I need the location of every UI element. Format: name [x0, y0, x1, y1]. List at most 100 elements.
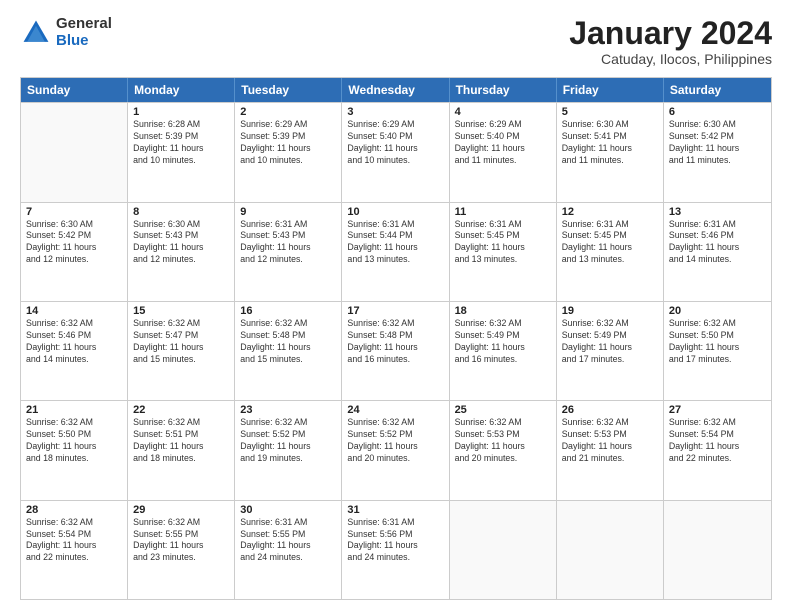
day-info: Sunrise: 6:32 AM Sunset: 5:54 PM Dayligh… — [26, 517, 122, 565]
day-number: 27 — [669, 404, 766, 416]
calendar-subtitle: Catuday, Ilocos, Philippines — [569, 51, 772, 67]
day-info: Sunrise: 6:31 AM Sunset: 5:45 PM Dayligh… — [562, 219, 658, 267]
calendar-cell: 18Sunrise: 6:32 AM Sunset: 5:49 PM Dayli… — [450, 302, 557, 400]
day-info: Sunrise: 6:30 AM Sunset: 5:42 PM Dayligh… — [26, 219, 122, 267]
day-number: 21 — [26, 404, 122, 416]
day-number: 26 — [562, 404, 658, 416]
day-info: Sunrise: 6:30 AM Sunset: 5:41 PM Dayligh… — [562, 119, 658, 167]
calendar-header-day: Monday — [128, 78, 235, 102]
calendar-cell: 7Sunrise: 6:30 AM Sunset: 5:42 PM Daylig… — [21, 203, 128, 301]
calendar-cell — [21, 103, 128, 201]
day-number: 7 — [26, 206, 122, 218]
calendar-cell: 30Sunrise: 6:31 AM Sunset: 5:55 PM Dayli… — [235, 501, 342, 599]
calendar-cell: 12Sunrise: 6:31 AM Sunset: 5:45 PM Dayli… — [557, 203, 664, 301]
calendar-header-day: Thursday — [450, 78, 557, 102]
day-number: 22 — [133, 404, 229, 416]
day-number: 14 — [26, 305, 122, 317]
calendar-cell: 22Sunrise: 6:32 AM Sunset: 5:51 PM Dayli… — [128, 401, 235, 499]
day-number: 28 — [26, 504, 122, 516]
calendar-header-day: Tuesday — [235, 78, 342, 102]
day-number: 5 — [562, 106, 658, 118]
day-number: 1 — [133, 106, 229, 118]
calendar-cell — [557, 501, 664, 599]
logo-blue-text: Blue — [56, 33, 112, 50]
logo: General Blue — [20, 16, 112, 49]
calendar: SundayMondayTuesdayWednesdayThursdayFrid… — [20, 77, 772, 600]
calendar-cell: 2Sunrise: 6:29 AM Sunset: 5:39 PM Daylig… — [235, 103, 342, 201]
day-number: 20 — [669, 305, 766, 317]
day-info: Sunrise: 6:32 AM Sunset: 5:52 PM Dayligh… — [347, 417, 443, 465]
calendar-header-day: Friday — [557, 78, 664, 102]
calendar-week-row: 14Sunrise: 6:32 AM Sunset: 5:46 PM Dayli… — [21, 301, 771, 400]
day-info: Sunrise: 6:32 AM Sunset: 5:46 PM Dayligh… — [26, 318, 122, 366]
calendar-header-day: Saturday — [664, 78, 771, 102]
day-number: 23 — [240, 404, 336, 416]
calendar-week-row: 7Sunrise: 6:30 AM Sunset: 5:42 PM Daylig… — [21, 202, 771, 301]
day-number: 16 — [240, 305, 336, 317]
calendar-cell: 13Sunrise: 6:31 AM Sunset: 5:46 PM Dayli… — [664, 203, 771, 301]
day-number: 19 — [562, 305, 658, 317]
day-info: Sunrise: 6:32 AM Sunset: 5:53 PM Dayligh… — [562, 417, 658, 465]
day-number: 24 — [347, 404, 443, 416]
day-info: Sunrise: 6:32 AM Sunset: 5:53 PM Dayligh… — [455, 417, 551, 465]
day-info: Sunrise: 6:31 AM Sunset: 5:43 PM Dayligh… — [240, 219, 336, 267]
day-number: 6 — [669, 106, 766, 118]
day-number: 4 — [455, 106, 551, 118]
day-info: Sunrise: 6:30 AM Sunset: 5:42 PM Dayligh… — [669, 119, 766, 167]
logo-general-text: General — [56, 16, 112, 33]
day-info: Sunrise: 6:31 AM Sunset: 5:56 PM Dayligh… — [347, 517, 443, 565]
calendar-week-row: 28Sunrise: 6:32 AM Sunset: 5:54 PM Dayli… — [21, 500, 771, 599]
calendar-cell: 26Sunrise: 6:32 AM Sunset: 5:53 PM Dayli… — [557, 401, 664, 499]
day-number: 30 — [240, 504, 336, 516]
day-info: Sunrise: 6:30 AM Sunset: 5:43 PM Dayligh… — [133, 219, 229, 267]
calendar-cell: 28Sunrise: 6:32 AM Sunset: 5:54 PM Dayli… — [21, 501, 128, 599]
day-info: Sunrise: 6:31 AM Sunset: 5:55 PM Dayligh… — [240, 517, 336, 565]
calendar-cell: 1Sunrise: 6:28 AM Sunset: 5:39 PM Daylig… — [128, 103, 235, 201]
calendar-cell: 27Sunrise: 6:32 AM Sunset: 5:54 PM Dayli… — [664, 401, 771, 499]
calendar-cell: 31Sunrise: 6:31 AM Sunset: 5:56 PM Dayli… — [342, 501, 449, 599]
calendar-cell: 21Sunrise: 6:32 AM Sunset: 5:50 PM Dayli… — [21, 401, 128, 499]
day-info: Sunrise: 6:31 AM Sunset: 5:45 PM Dayligh… — [455, 219, 551, 267]
day-info: Sunrise: 6:31 AM Sunset: 5:46 PM Dayligh… — [669, 219, 766, 267]
calendar-cell: 8Sunrise: 6:30 AM Sunset: 5:43 PM Daylig… — [128, 203, 235, 301]
calendar-cell: 14Sunrise: 6:32 AM Sunset: 5:46 PM Dayli… — [21, 302, 128, 400]
day-info: Sunrise: 6:32 AM Sunset: 5:55 PM Dayligh… — [133, 517, 229, 565]
calendar-cell: 6Sunrise: 6:30 AM Sunset: 5:42 PM Daylig… — [664, 103, 771, 201]
calendar-header-day: Sunday — [21, 78, 128, 102]
calendar-cell: 5Sunrise: 6:30 AM Sunset: 5:41 PM Daylig… — [557, 103, 664, 201]
day-number: 9 — [240, 206, 336, 218]
calendar-cell — [450, 501, 557, 599]
title-block: January 2024 Catuday, Ilocos, Philippine… — [569, 16, 772, 67]
header: General Blue January 2024 Catuday, Iloco… — [20, 16, 772, 67]
day-info: Sunrise: 6:32 AM Sunset: 5:49 PM Dayligh… — [562, 318, 658, 366]
day-number: 25 — [455, 404, 551, 416]
day-number: 31 — [347, 504, 443, 516]
calendar-body: 1Sunrise: 6:28 AM Sunset: 5:39 PM Daylig… — [21, 102, 771, 599]
calendar-title: January 2024 — [569, 16, 772, 51]
calendar-cell: 25Sunrise: 6:32 AM Sunset: 5:53 PM Dayli… — [450, 401, 557, 499]
calendar-cell: 29Sunrise: 6:32 AM Sunset: 5:55 PM Dayli… — [128, 501, 235, 599]
day-number: 15 — [133, 305, 229, 317]
day-number: 11 — [455, 206, 551, 218]
day-number: 3 — [347, 106, 443, 118]
day-info: Sunrise: 6:32 AM Sunset: 5:50 PM Dayligh… — [26, 417, 122, 465]
calendar-header: SundayMondayTuesdayWednesdayThursdayFrid… — [21, 78, 771, 102]
calendar-week-row: 21Sunrise: 6:32 AM Sunset: 5:50 PM Dayli… — [21, 400, 771, 499]
day-number: 8 — [133, 206, 229, 218]
day-info: Sunrise: 6:32 AM Sunset: 5:47 PM Dayligh… — [133, 318, 229, 366]
calendar-cell: 9Sunrise: 6:31 AM Sunset: 5:43 PM Daylig… — [235, 203, 342, 301]
calendar-cell: 24Sunrise: 6:32 AM Sunset: 5:52 PM Dayli… — [342, 401, 449, 499]
calendar-week-row: 1Sunrise: 6:28 AM Sunset: 5:39 PM Daylig… — [21, 102, 771, 201]
day-number: 18 — [455, 305, 551, 317]
day-info: Sunrise: 6:32 AM Sunset: 5:48 PM Dayligh… — [347, 318, 443, 366]
day-info: Sunrise: 6:32 AM Sunset: 5:52 PM Dayligh… — [240, 417, 336, 465]
calendar-cell: 3Sunrise: 6:29 AM Sunset: 5:40 PM Daylig… — [342, 103, 449, 201]
day-number: 12 — [562, 206, 658, 218]
day-number: 17 — [347, 305, 443, 317]
day-number: 29 — [133, 504, 229, 516]
day-info: Sunrise: 6:28 AM Sunset: 5:39 PM Dayligh… — [133, 119, 229, 167]
day-info: Sunrise: 6:32 AM Sunset: 5:50 PM Dayligh… — [669, 318, 766, 366]
calendar-cell — [664, 501, 771, 599]
day-info: Sunrise: 6:29 AM Sunset: 5:40 PM Dayligh… — [347, 119, 443, 167]
day-info: Sunrise: 6:32 AM Sunset: 5:54 PM Dayligh… — [669, 417, 766, 465]
